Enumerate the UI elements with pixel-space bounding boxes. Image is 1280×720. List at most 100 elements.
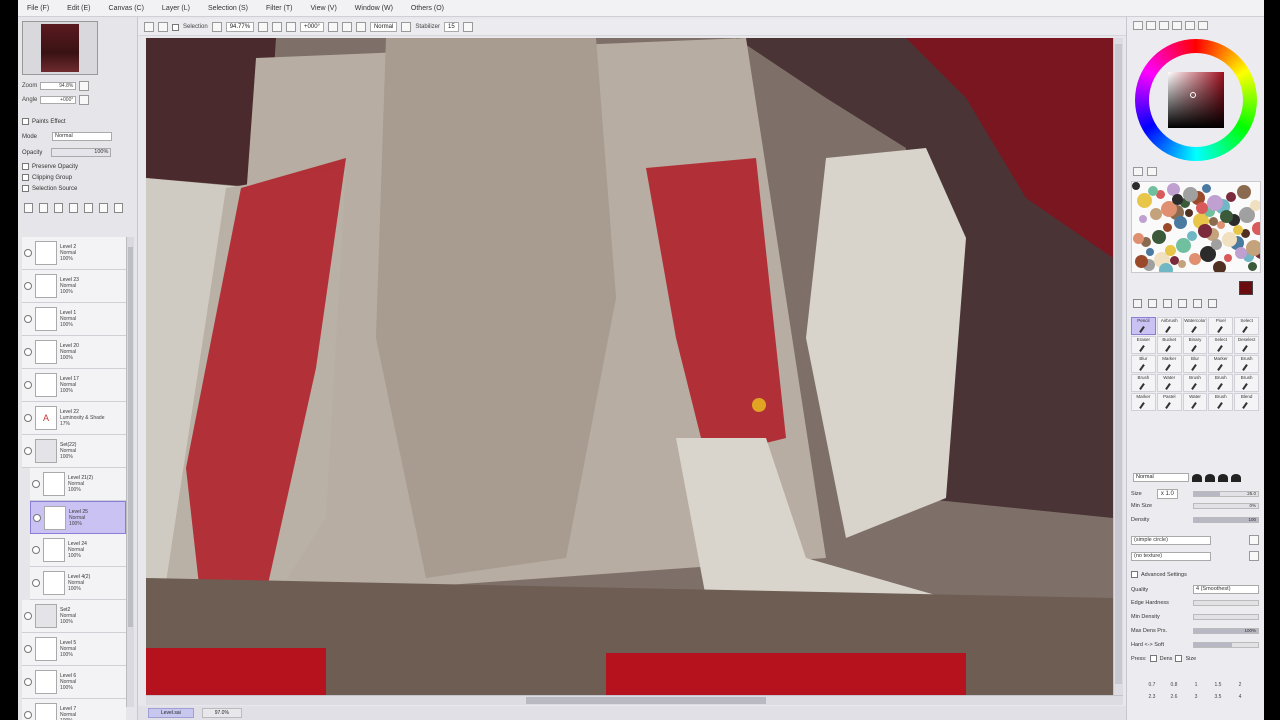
mode-button[interactable]	[401, 22, 412, 32]
rotate-right-button[interactable]	[327, 22, 338, 32]
main-color-swatch[interactable]	[1239, 281, 1253, 295]
brush-tool-pixel[interactable]: Pixel	[1208, 317, 1234, 335]
canvas-horizontal-scrollbar[interactable]	[146, 695, 1123, 705]
scratchpad-icon[interactable]	[1185, 21, 1195, 30]
brush-tool-blur[interactable]: Blur	[1131, 355, 1156, 373]
brush-tool-brush[interactable]: Brush	[1208, 393, 1234, 411]
opacity-slider[interactable]: 100%	[51, 148, 112, 157]
navigator-zoom-field[interactable]: 94.8%	[40, 82, 77, 90]
layer-row[interactable]: Level 17 Normal 100%	[22, 369, 126, 402]
redo-button[interactable]	[158, 22, 168, 32]
hand-tool-icon[interactable]	[1178, 299, 1187, 308]
brush-shape-button[interactable]	[1249, 535, 1259, 545]
eyedropper-icon[interactable]	[1208, 299, 1217, 308]
brush-tool-blend[interactable]: Blend	[1234, 393, 1259, 411]
color-scratchpad[interactable]	[1131, 181, 1261, 273]
brush-tool-brush[interactable]: Brush	[1234, 374, 1259, 392]
brush-shape-select[interactable]: (simple circle)	[1131, 535, 1211, 545]
brush-tool-eraser[interactable]: Eraser	[1131, 336, 1156, 354]
layer-row[interactable]: Level 21(2) Normal 100%	[30, 468, 126, 501]
layer-row[interactable]: Level 25 Normal 100%	[30, 501, 126, 534]
size-preset[interactable]: 3	[1185, 694, 1207, 700]
selection-source-checkbox[interactable]	[22, 185, 29, 192]
layer-row[interactable]: Set2 Normal 100%	[22, 600, 126, 633]
visibility-eye-icon[interactable]	[24, 381, 32, 389]
size-preset[interactable]: 2	[1229, 682, 1251, 688]
zoom-field[interactable]: 94.77%	[225, 22, 255, 32]
visibility-eye-icon[interactable]	[32, 546, 40, 554]
visibility-eye-icon[interactable]	[33, 513, 41, 522]
stabilizer-field[interactable]: 15	[444, 22, 459, 32]
visibility-eye-icon[interactable]	[32, 480, 40, 488]
selection-source-row[interactable]: Selection Source	[22, 185, 77, 192]
brush-tool-blur[interactable]: Blur	[1182, 355, 1208, 373]
pressure-density-checkbox[interactable]	[1149, 655, 1157, 662]
brush-tool-airbrush[interactable]: Airbrush	[1156, 317, 1182, 335]
color-wheel[interactable]	[1135, 39, 1257, 161]
zoom-tab[interactable]: 97.0%	[201, 708, 242, 718]
lasso-tool-icon[interactable]	[1163, 299, 1172, 308]
size-preset[interactable]: 1.5	[1207, 682, 1229, 688]
size-preset[interactable]: 1	[1185, 682, 1207, 688]
brush-tool-brush[interactable]: Brush	[1182, 374, 1208, 392]
advanced-settings-header[interactable]: Advanced Settings	[1131, 571, 1187, 578]
brush-mode-select[interactable]: Normal	[1133, 473, 1189, 482]
max-dens-prs-slider[interactable]: 100%	[1193, 628, 1259, 634]
rotate-left-button[interactable]	[286, 22, 297, 32]
blending-mode-select[interactable]: Normal	[52, 132, 113, 141]
flip-button[interactable]	[355, 22, 366, 32]
menu-item-edit[interactable]: Edit (E)	[58, 5, 99, 12]
menu-item-layer[interactable]: Layer (L)	[153, 5, 199, 12]
selection-toggle[interactable]	[172, 23, 179, 31]
canvas-vertical-scrollbar[interactable]	[1113, 38, 1123, 695]
brush-tip-square-icon[interactable]	[1231, 473, 1241, 482]
visibility-eye-icon[interactable]	[24, 414, 32, 422]
stabilizer-dropdown[interactable]	[462, 22, 473, 32]
navigator-angle-field[interactable]: +000°	[40, 96, 77, 104]
canvas-vscroll-thumb[interactable]	[1115, 44, 1122, 684]
navigator-zoom-button[interactable]	[79, 81, 90, 91]
size-multiplier[interactable]: x 1.0	[1156, 489, 1178, 499]
color-picker-cursor[interactable]	[1190, 92, 1196, 98]
zoom-in-button[interactable]	[258, 22, 269, 32]
brush-tool-marker[interactable]: Marker	[1156, 355, 1182, 373]
preserve-opacity-checkbox[interactable]	[22, 163, 29, 170]
menu-item-selection[interactable]: Selection (S)	[199, 5, 257, 12]
layer-row[interactable]: Level 1 Normal 100%	[22, 303, 126, 336]
mode-select[interactable]: Normal	[369, 22, 398, 32]
layer-list-scrollbar[interactable]	[126, 237, 134, 707]
layer-row[interactable]: Level 24 Normal 100%	[30, 534, 126, 567]
visibility-eye-icon[interactable]	[24, 447, 32, 455]
saturation-value-square[interactable]	[1168, 72, 1224, 128]
layer-row[interactable]: Level 7Normal100%	[22, 699, 126, 720]
brush-tool-deselect[interactable]: Deselect	[1234, 336, 1259, 354]
brush-tool-brush[interactable]: Brush	[1234, 355, 1259, 373]
clipping-group-checkbox[interactable]	[22, 174, 29, 181]
visibility-eye-icon[interactable]	[24, 282, 32, 290]
brush-tip-round-icon[interactable]	[1192, 473, 1202, 482]
clear-layer-icon[interactable]	[99, 203, 108, 213]
zoom-reset-button[interactable]	[272, 22, 283, 32]
size-preset[interactable]: 3.5	[1207, 694, 1229, 700]
new-folder-icon[interactable]	[54, 203, 63, 213]
rotation-field[interactable]: +000°	[300, 22, 324, 32]
brush-tool-select[interactable]: Select	[1208, 336, 1234, 354]
size-slider[interactable]: 25.0	[1193, 491, 1259, 497]
size-preset[interactable]: 2.3	[1141, 694, 1163, 700]
move-tool-icon[interactable]	[1133, 299, 1142, 308]
layer-row[interactable]: Level 23 Normal 100%	[22, 270, 126, 303]
brush-texture-select[interactable]: (no texture)	[1131, 551, 1211, 561]
new-linework-layer-icon[interactable]	[39, 203, 48, 213]
brush-tool-water[interactable]: Water	[1156, 374, 1182, 392]
density-slider[interactable]: 100	[1193, 517, 1259, 523]
visibility-eye-icon[interactable]	[24, 315, 32, 323]
layer-row[interactable]: Set(22) Normal 100%	[22, 435, 126, 468]
visibility-eye-icon[interactable]	[24, 711, 32, 719]
layer-row[interactable]: Level 6 Normal 100%	[22, 666, 126, 699]
brush-tool-brush[interactable]: Brush	[1131, 374, 1156, 392]
rotate-tool-icon[interactable]	[1193, 299, 1202, 308]
brush-tool-brush[interactable]: Brush	[1208, 374, 1234, 392]
navigator-angle-button[interactable]	[79, 95, 90, 105]
edge-hardness-slider[interactable]	[1193, 600, 1259, 606]
visibility-eye-icon[interactable]	[24, 645, 32, 653]
